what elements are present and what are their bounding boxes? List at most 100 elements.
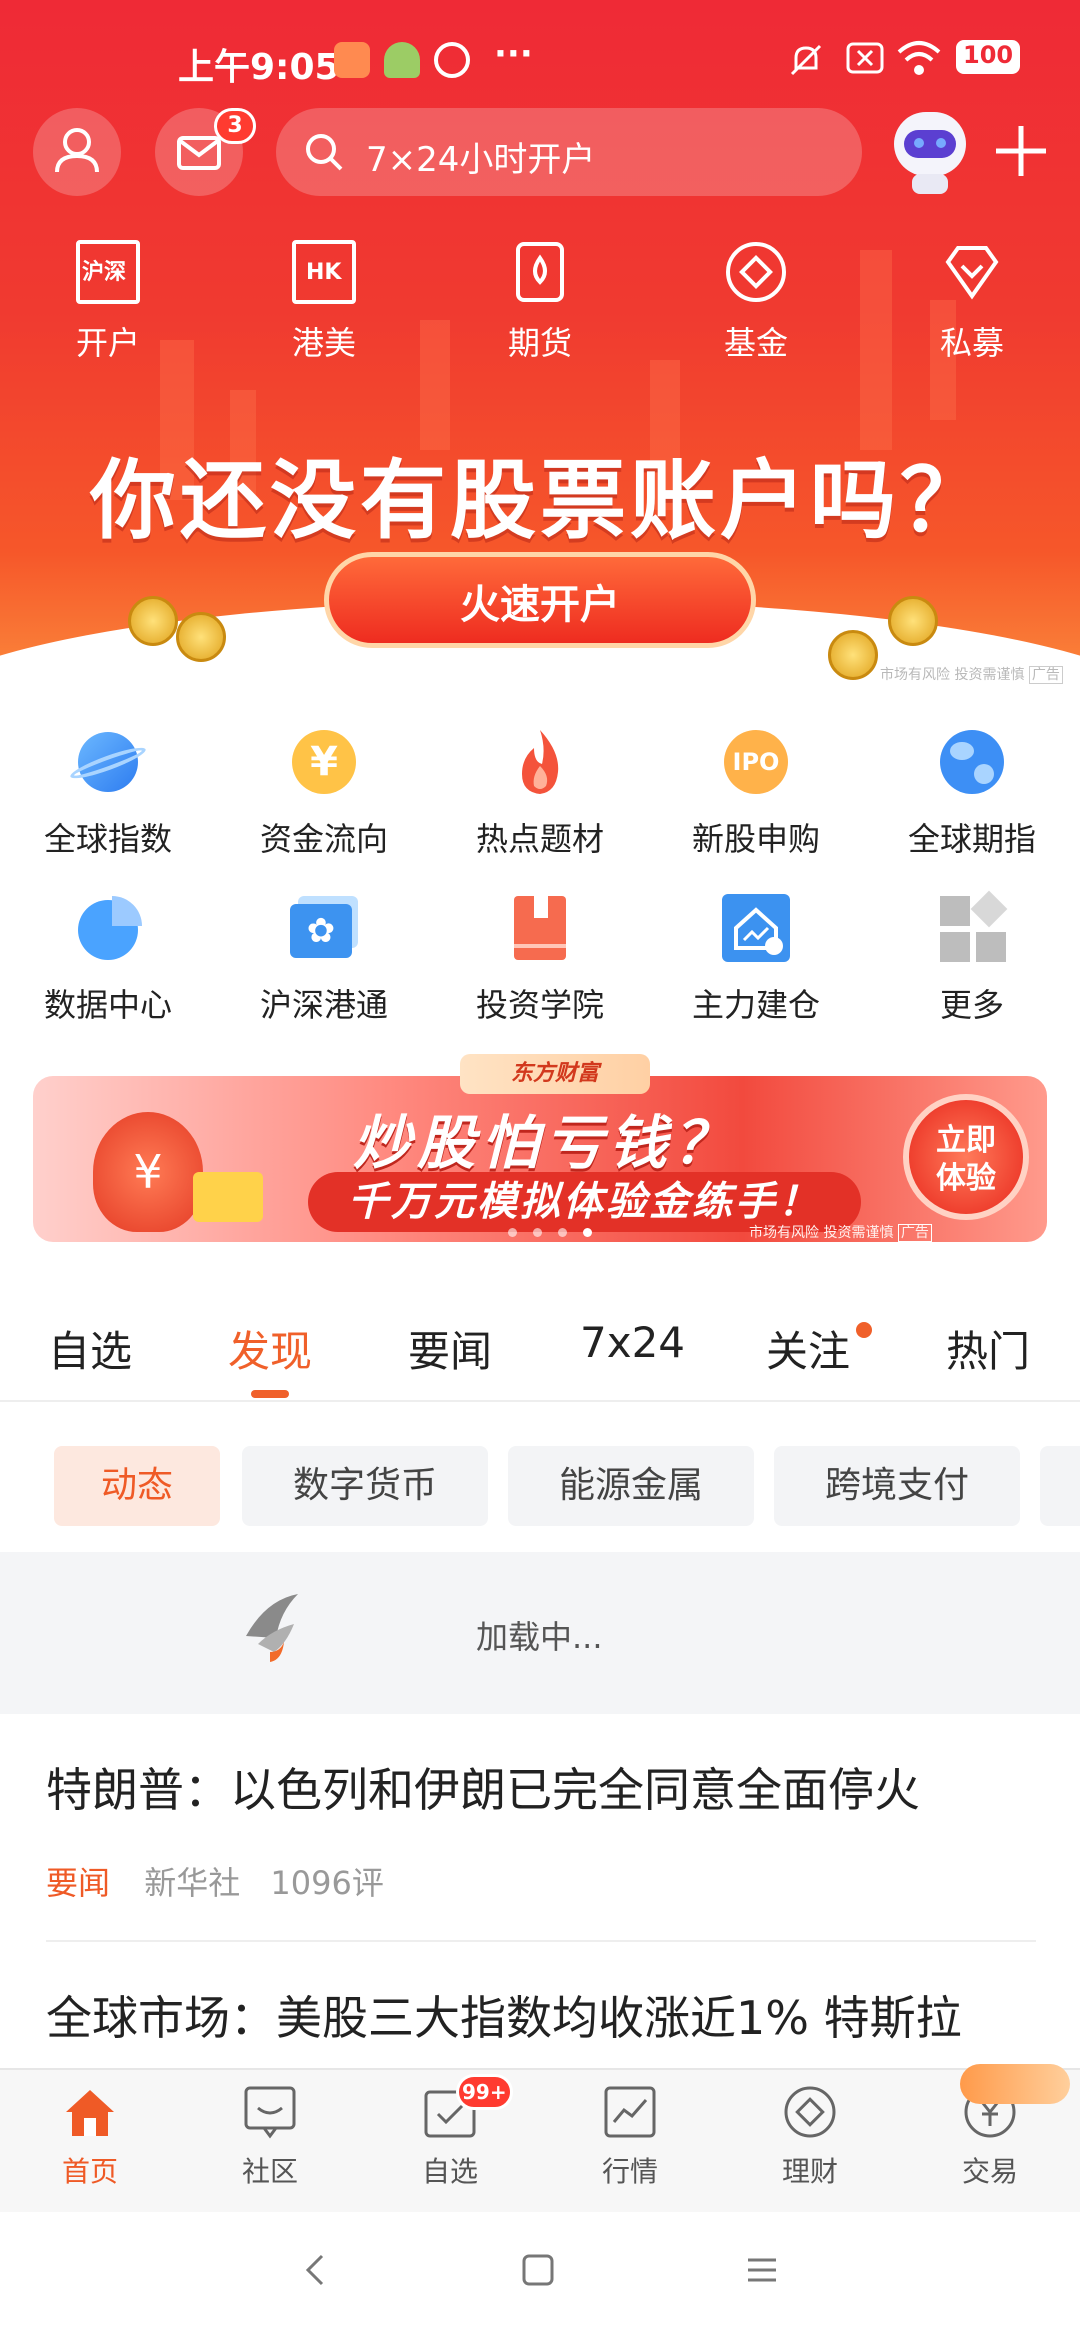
coin-icon: [828, 630, 878, 680]
user-icon: [55, 128, 99, 173]
floating-promo-pill[interactable]: [960, 2064, 1070, 2104]
nav-community[interactable]: 社区: [180, 2084, 360, 2190]
carousel-dots: [500, 1222, 600, 1241]
grid-item-main-force[interactable]: 主力建仓: [648, 892, 864, 1026]
carousel-dot-active: [583, 1228, 592, 1237]
loading-area: 加载中...: [0, 1552, 1080, 1714]
grid-item-hk-connect[interactable]: ✿ 沪深港通: [216, 892, 432, 1026]
mute-bell-icon: [790, 44, 822, 76]
search-placeholder: 7×24小时开户: [366, 140, 596, 180]
nav-market[interactable]: 行情: [540, 2084, 720, 2190]
android-icon: [384, 42, 420, 78]
grid-item-capital-flow[interactable]: ¥ 资金流向: [216, 726, 432, 860]
grid-item-data-center[interactable]: 数据中心: [0, 892, 216, 1026]
nav-home[interactable]: 首页: [0, 2084, 180, 2190]
tab-news[interactable]: 要闻: [408, 1318, 492, 1379]
quick-entry-label: 基金: [723, 324, 788, 362]
promo-banner[interactable]: ¥ 炒股怕亏钱？ 千万元模拟体验金练手！ 立即 体验 市场有风险 投资需谨慎 广…: [33, 1076, 1047, 1242]
nav-label: 交易: [961, 2155, 1018, 2188]
loading-logo-icon: [246, 1594, 298, 1662]
chip-digital-currency[interactable]: 数字货币: [242, 1446, 488, 1526]
app-notification-icon: [434, 42, 470, 78]
book-icon: [504, 892, 576, 964]
news-meta: 要闻 新华社 1096评: [46, 1858, 384, 1904]
hero-title: 你还没有股票账户吗？: [90, 451, 990, 551]
nav-wealth[interactable]: 理财: [720, 2084, 900, 2190]
menu-icon[interactable]: [742, 2250, 782, 2290]
chip-cross-border-pay[interactable]: 跨境支付: [774, 1446, 1020, 1526]
chip-dynamic[interactable]: 动态: [54, 1446, 220, 1526]
quick-entry-label: 期货: [507, 324, 572, 362]
grid-item-label: 新股申购: [691, 820, 820, 858]
tab-7x24[interactable]: 7x24: [580, 1318, 685, 1367]
watchlist-badge: 99+: [456, 2074, 513, 2110]
carousel-dot: [533, 1228, 542, 1237]
grid-item-label: 全球期指: [907, 820, 1036, 858]
profile-button[interactable]: [33, 108, 121, 196]
more-notifications-icon: ···: [494, 34, 533, 74]
nav-watchlist[interactable]: 自选: [360, 2084, 540, 2190]
battery-level: 100: [963, 41, 1014, 69]
yuan-coin-icon: ¥: [288, 726, 360, 798]
promo-disclaimer: 市场有风险 投资需谨慎 广告: [749, 1222, 932, 1242]
sh-sz-account-icon: 沪深: [76, 240, 140, 304]
home-icon: [62, 2084, 118, 2140]
grid-item-global-futures[interactable]: 全球期指: [864, 726, 1080, 860]
hero-disclaimer: 市场有风险 投资需谨慎 广告: [880, 664, 1063, 684]
tab-following[interactable]: 关注: [766, 1318, 850, 1379]
sim-off-icon: [846, 42, 884, 74]
tab-watchlist[interactable]: 自选: [48, 1318, 132, 1379]
news-title[interactable]: 全球市场：美股三大指数均收涨近1% 特斯拉: [46, 1982, 962, 2048]
coin-icon: [128, 596, 178, 646]
quick-entry-label: 私募: [939, 324, 1004, 362]
quick-entry-futures[interactable]: 期货: [432, 240, 648, 364]
robot-assistant-icon[interactable]: [882, 104, 978, 196]
tab-indicator: [251, 1390, 289, 1398]
add-icon[interactable]: [990, 120, 1052, 182]
nav-label: 社区: [241, 2155, 298, 2188]
tab-hot[interactable]: 热门: [946, 1318, 1030, 1379]
divider: [0, 1400, 1080, 1402]
open-account-button[interactable]: 火速开户: [324, 552, 756, 648]
coin-icon: [176, 612, 226, 662]
tab-discover[interactable]: 发现: [228, 1318, 312, 1379]
quick-entry-label: 港美: [291, 324, 356, 362]
grid-item-ipo[interactable]: IPO 新股申购: [648, 726, 864, 860]
grid-item-academy[interactable]: 投资学院: [432, 892, 648, 1026]
futures-icon: [508, 240, 572, 304]
quick-entry-fund[interactable]: 基金: [648, 240, 864, 364]
back-icon[interactable]: [296, 2250, 336, 2290]
news-comments: 1096评: [270, 1864, 384, 1902]
battery-icon: 100: [956, 40, 1020, 74]
grid-item-label: 热点题材: [475, 820, 604, 858]
divider: [46, 1940, 1036, 1942]
quick-entry-hk-us[interactable]: HK 港美: [216, 240, 432, 364]
news-title[interactable]: 特朗普：以色列和伊朗已完全同意全面停火: [46, 1754, 920, 1820]
house-chart-icon: [720, 892, 792, 964]
header-banner: 上午9:05 ··· 100 3 7×24小时开户 沪深 开户 HK 港美 期货…: [0, 0, 1080, 690]
home-square-icon[interactable]: [518, 2250, 558, 2290]
market-chart-icon: [602, 2084, 658, 2140]
loading-text: 加载中...: [476, 1618, 603, 1656]
try-now-button[interactable]: 立即 体验: [903, 1094, 1029, 1220]
quick-entry-account[interactable]: 沪深 开户: [0, 240, 216, 364]
chip-energy-metals[interactable]: 能源金属: [508, 1446, 754, 1526]
chip-more-partial[interactable]: [1040, 1446, 1080, 1526]
mail-badge: 3: [214, 108, 256, 144]
wealth-icon: [782, 2084, 838, 2140]
hk-us-icon: HK: [292, 240, 356, 304]
grid-item-more[interactable]: 更多: [864, 890, 1080, 1026]
status-bar: 上午9:05 ··· 100: [0, 30, 1080, 90]
status-time: 上午9:05: [178, 47, 340, 88]
grid-item-label: 投资学院: [475, 986, 604, 1024]
search-bar[interactable]: 7×24小时开户: [276, 108, 862, 196]
grid-item-label: 主力建仓: [691, 986, 820, 1024]
system-nav-bar: [0, 2212, 1080, 2340]
nav-label: 首页: [61, 2155, 118, 2188]
quick-entry-label: 开户: [75, 324, 140, 362]
news-tag: 要闻: [46, 1864, 111, 1902]
quick-entry-private-fund[interactable]: 私募: [864, 240, 1080, 364]
grid-item-hot-topics[interactable]: 热点题材: [432, 726, 648, 860]
planet-icon: [68, 726, 148, 798]
grid-item-global-index[interactable]: 全球指数: [0, 726, 216, 860]
